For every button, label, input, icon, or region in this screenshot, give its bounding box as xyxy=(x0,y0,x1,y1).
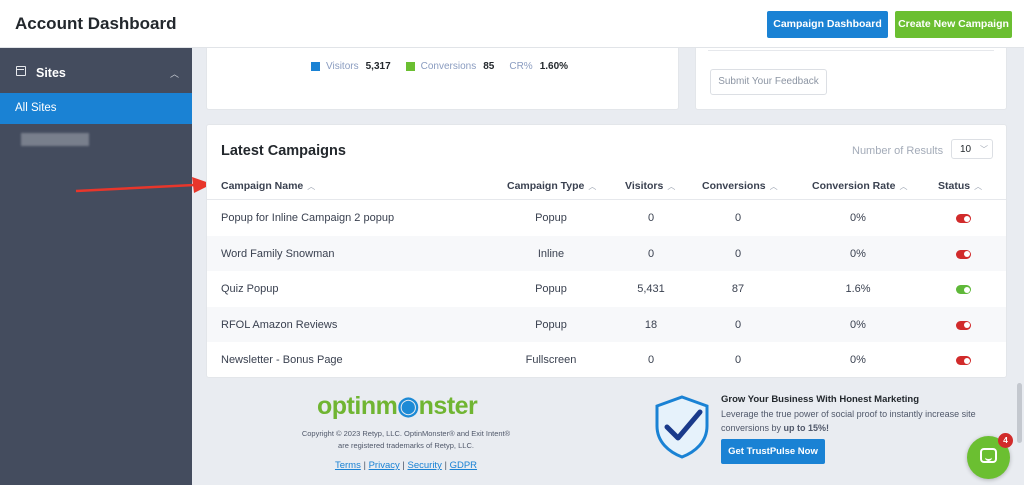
campaign-type: Fullscreen xyxy=(525,354,577,366)
campaign-rate: 1.6% xyxy=(845,283,871,295)
feedback-card: Submit Your Feedback xyxy=(695,48,1007,110)
gdpr-link[interactable]: GDPR xyxy=(450,460,477,471)
cr-value: 1.60% xyxy=(539,61,569,72)
column-header-type[interactable]: Campaign Type ︿ xyxy=(507,180,596,192)
visitors-label: Visitors xyxy=(326,61,359,72)
status-toggle[interactable] xyxy=(956,214,971,223)
campaign-type: Popup xyxy=(535,318,567,331)
campaign-visitors: 0 xyxy=(647,212,655,224)
privacy-link[interactable]: Privacy xyxy=(369,460,400,471)
visitors-swatch xyxy=(311,62,320,71)
visitors-value: 5,317 xyxy=(365,61,391,72)
promo-title: Grow Your Business With Honest Marketing xyxy=(721,394,920,405)
column-header-visitors[interactable]: Visitors ︿ xyxy=(625,180,675,192)
table-row: Word Family Snowman Inline 0 0 0% xyxy=(207,235,1006,271)
campaign-conversions: 0 xyxy=(734,318,742,331)
campaign-conversions: 0 xyxy=(734,212,742,224)
security-link[interactable]: Security xyxy=(408,460,442,471)
conversions-label: Conversions xyxy=(420,61,477,72)
cr-label: CR% xyxy=(509,61,533,72)
promo-text: Leverage the true power of social proof … xyxy=(721,409,976,433)
campaign-rate: 0% xyxy=(850,354,866,366)
trustpulse-shield-icon xyxy=(655,395,709,459)
campaign-visitors: 0 xyxy=(647,247,655,260)
table-row: Quiz Popup Popup 5,431 87 1.6% xyxy=(207,271,1006,307)
monster-icon: ◉ xyxy=(397,392,419,420)
campaign-name-link[interactable]: Popup for Inline Campaign 2 popup xyxy=(221,212,394,224)
terms-link[interactable]: Terms xyxy=(335,460,361,471)
calendar-icon xyxy=(16,66,26,76)
chat-icon xyxy=(980,448,997,463)
divider xyxy=(708,50,994,51)
results-count-label: Number of Results xyxy=(852,145,944,157)
top-header: Account Dashboard Campaign Dashboard Cre… xyxy=(0,0,1024,48)
campaign-type: Popup xyxy=(535,283,567,295)
results-count-value: 10 xyxy=(960,144,972,155)
copyright-text: Copyright © 2023 Retyp, LLC. OptinMonste… xyxy=(301,429,511,450)
optinmonster-logo: optinm◉nster xyxy=(317,392,478,420)
campaign-name-link[interactable]: Newsletter - Bonus Page xyxy=(221,354,343,366)
sidebar-item-label: All Sites xyxy=(15,102,57,114)
sidebar-section-sites[interactable]: Sites ︿ xyxy=(0,48,192,92)
status-toggle[interactable] xyxy=(956,320,971,330)
blurred-site-item[interactable] xyxy=(21,133,89,146)
table-row: RFOL Amazon Reviews Popup 18 0 0% xyxy=(207,306,1006,342)
sort-icon: ︿ xyxy=(307,182,316,191)
table-row: Newsletter - Bonus Page Fullscreen 0 0 0… xyxy=(207,342,1006,378)
campaign-visitors: 18 xyxy=(644,318,658,331)
stats-legend: Visitors 5,317 Conversions 85 CR% 1.60% xyxy=(311,61,583,72)
campaign-rate: 0% xyxy=(850,247,866,260)
column-header-conversions[interactable]: Conversions ︿ xyxy=(702,180,778,192)
get-trustpulse-button[interactable]: Get TrustPulse Now xyxy=(721,439,825,464)
campaign-conversions: 87 xyxy=(731,283,745,295)
status-toggle[interactable] xyxy=(956,356,971,365)
campaign-visitors: 5,431 xyxy=(637,283,665,295)
campaign-rate: 0% xyxy=(850,212,866,224)
campaign-type: Inline xyxy=(537,247,565,260)
sort-icon: ︿ xyxy=(899,182,908,191)
footer-links: Terms | Privacy | Security | GDPR xyxy=(334,460,478,471)
sort-icon: ︿ xyxy=(588,182,597,191)
status-toggle[interactable] xyxy=(956,285,971,294)
page-title: Account Dashboard xyxy=(15,14,177,33)
campaign-dashboard-button[interactable]: Campaign Dashboard xyxy=(767,11,888,38)
column-header-rate[interactable]: Conversion Rate ︿ xyxy=(812,180,907,192)
sort-icon: ︿ xyxy=(974,182,983,191)
sidebar-item-all-sites[interactable]: All Sites xyxy=(0,93,192,124)
submit-feedback-button[interactable]: Submit Your Feedback xyxy=(710,69,827,95)
campaign-conversions: 0 xyxy=(734,247,742,260)
campaign-conversions: 0 xyxy=(734,354,742,366)
scrollbar[interactable] xyxy=(1017,383,1022,443)
sidebar-section-label: Sites xyxy=(36,66,66,80)
conversions-swatch xyxy=(405,62,415,71)
sidebar: Sites ︿ All Sites xyxy=(0,48,192,485)
chevron-up-icon[interactable]: ︿ xyxy=(170,67,179,80)
campaign-name-link[interactable]: Word Family Snowman xyxy=(221,248,335,260)
chevron-down-icon: ﹀ xyxy=(980,145,988,154)
campaign-type: Popup xyxy=(535,212,567,224)
results-count-select[interactable]: 10 ﹀ xyxy=(951,139,993,159)
campaign-rate: 0% xyxy=(850,318,866,331)
campaign-name-link[interactable]: RFOL Amazon Reviews xyxy=(221,319,337,331)
stats-card: Visitors 5,317 Conversions 85 CR% 1.60% xyxy=(206,48,679,110)
conversions-value: 85 xyxy=(483,61,495,72)
column-header-name[interactable]: Campaign Name ︿ xyxy=(221,180,315,192)
campaign-visitors: 0 xyxy=(647,354,655,366)
status-toggle[interactable] xyxy=(956,249,971,259)
red-arrow-annotation xyxy=(75,177,212,193)
create-new-campaign-button[interactable]: Create New Campaign xyxy=(895,11,1012,38)
latest-campaigns-title: Latest Campaigns xyxy=(221,143,346,159)
column-header-status[interactable]: Status ︿ xyxy=(938,180,982,192)
campaign-name-link[interactable]: Quiz Popup xyxy=(221,283,278,295)
table-row: Popup for Inline Campaign 2 popup Popup … xyxy=(207,200,1006,236)
latest-campaigns-card: Latest Campaigns Number of Results 10 ﹀ … xyxy=(206,124,1007,378)
notification-badge: 4 xyxy=(998,433,1013,448)
sort-icon: ︿ xyxy=(769,182,778,191)
sort-icon: ︿ xyxy=(667,182,676,191)
